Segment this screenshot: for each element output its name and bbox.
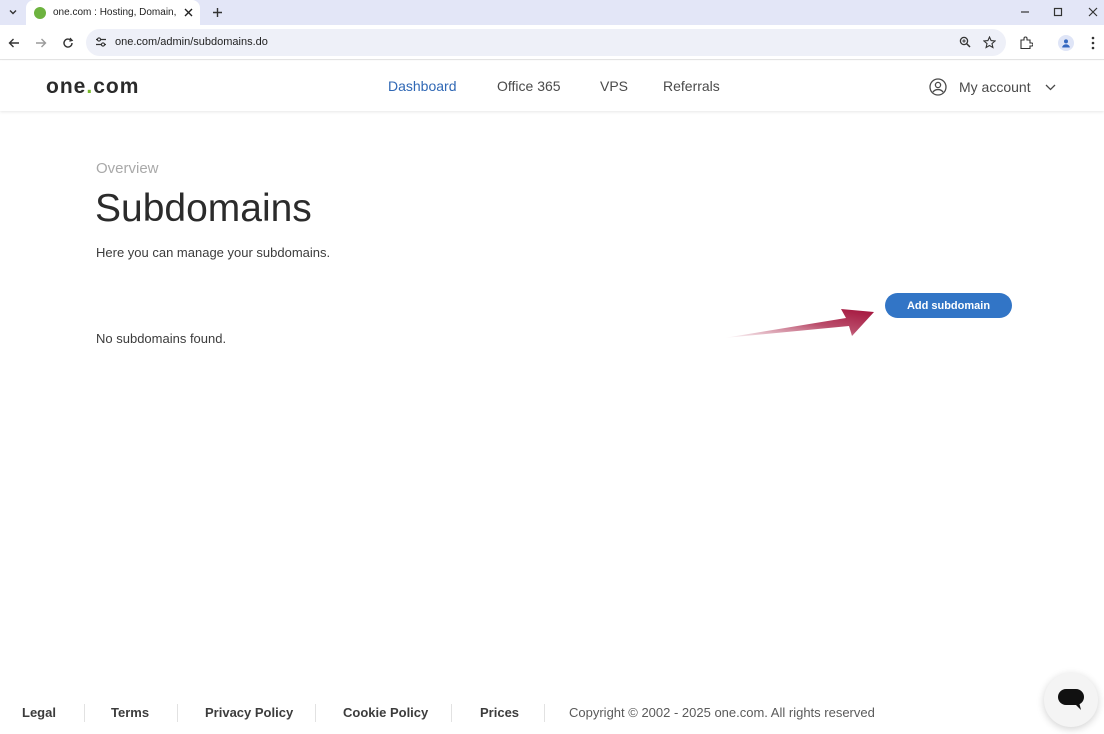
footer-link-privacy-policy[interactable]: Privacy Policy — [205, 705, 293, 720]
arrow-right-icon — [36, 38, 47, 48]
nav-dashboard[interactable]: Dashboard — [388, 78, 457, 94]
tune-icon — [96, 37, 106, 47]
maximize-button[interactable] — [1047, 2, 1069, 22]
nav-office-365[interactable]: Office 365 — [497, 78, 561, 94]
browser-menu-button[interactable] — [1083, 33, 1103, 53]
zoom-button[interactable] — [957, 34, 973, 50]
arrow-left-icon — [8, 38, 19, 48]
more-vertical-icon — [1091, 36, 1095, 50]
my-account-label: My account — [959, 79, 1031, 95]
favicon-icon — [34, 6, 46, 19]
window-close-button[interactable] — [1082, 2, 1104, 22]
address-bar[interactable]: one.com/admin/subdomains.do — [86, 29, 1006, 56]
reload-icon — [63, 37, 74, 48]
url-text: one.com/admin/subdomains.do — [115, 36, 268, 48]
zoom-icon — [959, 36, 971, 48]
logo-dot: . — [86, 75, 94, 98]
reload-button[interactable] — [58, 33, 78, 53]
nav-vps[interactable]: VPS — [600, 78, 628, 94]
footer-divider — [451, 704, 452, 722]
site-info-button[interactable] — [94, 35, 108, 49]
breadcrumb[interactable]: Overview — [96, 160, 159, 177]
chat-button[interactable] — [1044, 673, 1098, 727]
annotation-arrow — [724, 309, 874, 338]
page-title: Subdomains — [95, 187, 312, 230]
page-description: Here you can manage your subdomains. — [96, 245, 331, 260]
copyright-text: Copyright © 2002 - 2025 one.com. All rig… — [569, 705, 875, 720]
footer-link-cookie-policy[interactable]: Cookie Policy — [343, 705, 428, 720]
chevron-down-icon — [9, 10, 17, 15]
user-circle-icon — [929, 78, 947, 96]
new-tab-button[interactable] — [208, 3, 226, 21]
plus-icon — [212, 7, 222, 17]
browser-tab-active[interactable]: one.com : Hosting, Domain, Em — [26, 0, 200, 25]
puzzle-icon — [1020, 36, 1033, 50]
back-button[interactable] — [4, 33, 24, 53]
logo-tld: com — [93, 75, 140, 98]
extensions-button[interactable] — [1016, 33, 1036, 53]
browser-toolbar: one.com/admin/subdomains.do — [0, 25, 1104, 60]
footer-link-terms[interactable]: Terms — [111, 705, 149, 720]
logo-text: one — [46, 75, 87, 98]
close-icon — [184, 8, 192, 16]
footer-divider — [544, 704, 545, 722]
forward-button[interactable] — [31, 33, 51, 53]
tab-close-button[interactable] — [182, 6, 194, 18]
footer-link-legal[interactable]: Legal — [22, 705, 56, 720]
empty-state-message: No subdomains found. — [96, 331, 227, 346]
star-icon — [982, 35, 996, 49]
footer-divider — [315, 704, 316, 722]
tab-search-button[interactable] — [4, 3, 22, 21]
close-icon — [1088, 7, 1098, 17]
my-account-menu[interactable]: My account — [929, 77, 1056, 97]
maximize-icon — [1053, 7, 1063, 17]
footer-link-prices[interactable]: Prices — [480, 705, 519, 720]
footer-divider — [84, 704, 85, 722]
minimize-button[interactable] — [1014, 2, 1036, 22]
chat-bubble-icon — [1058, 689, 1084, 710]
browser-tab-bar: one.com : Hosting, Domain, Em — [0, 0, 1104, 25]
nav-referrals[interactable]: Referrals — [663, 78, 720, 94]
profile-button[interactable] — [1056, 33, 1076, 53]
footer-divider — [177, 704, 178, 722]
avatar-icon — [1058, 35, 1074, 51]
bookmark-button[interactable] — [981, 34, 997, 50]
chevron-down-icon — [1045, 84, 1056, 91]
add-subdomain-button[interactable]: Add subdomain — [885, 293, 1012, 318]
site-header: one. com Dashboard Office 365 VPS Referra… — [0, 61, 1104, 111]
site-logo[interactable]: one. com — [46, 75, 139, 99]
minimize-icon — [1021, 11, 1029, 13]
tab-title: one.com : Hosting, Domain, Em — [53, 7, 177, 18]
